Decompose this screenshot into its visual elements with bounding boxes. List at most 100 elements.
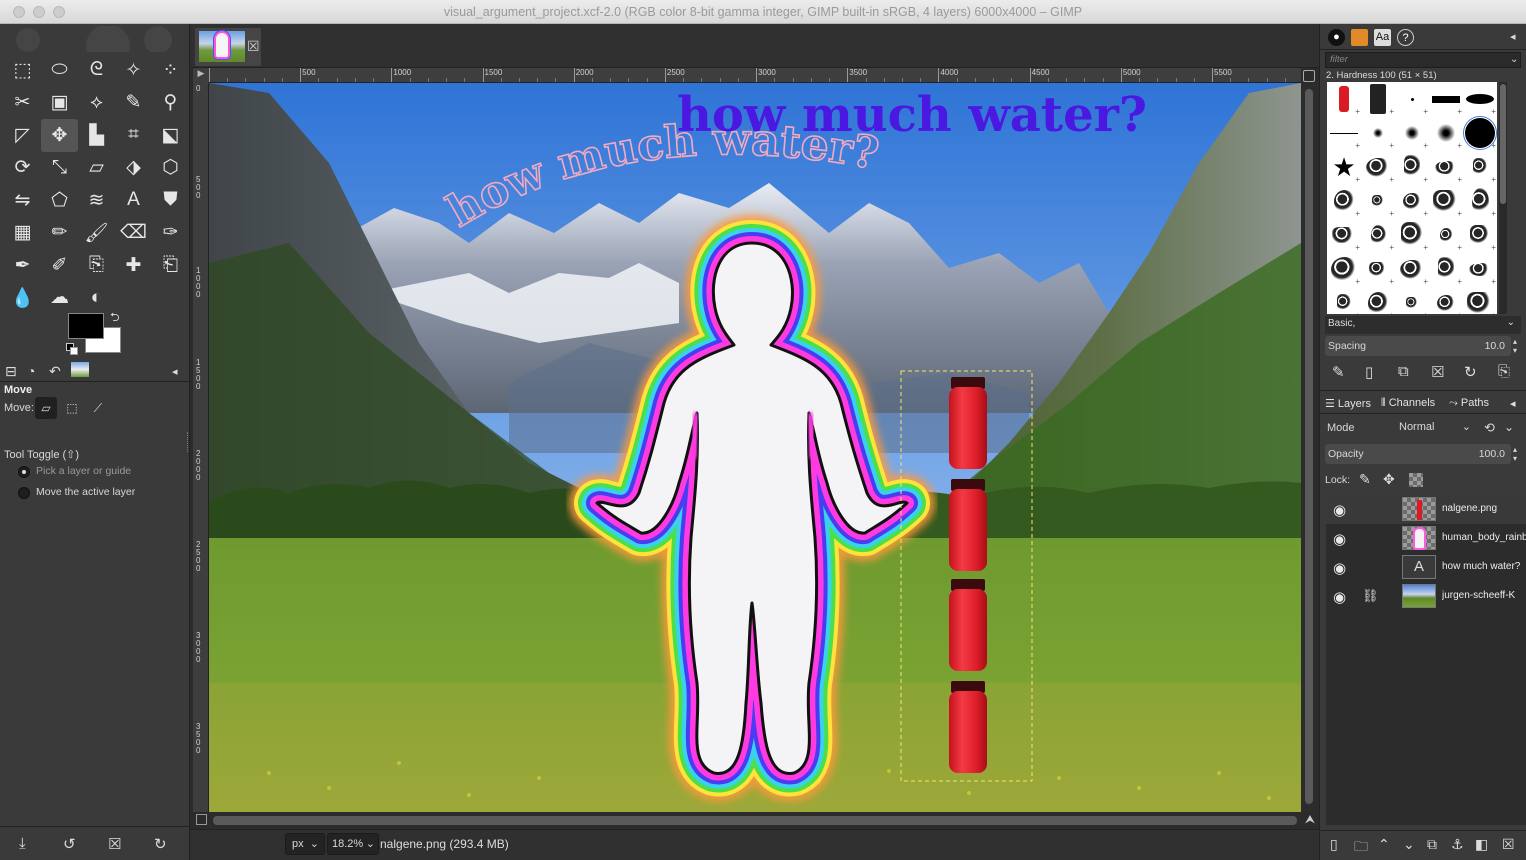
rotate-icon[interactable]: ⟳ <box>4 152 41 185</box>
refresh-brushes-icon[interactable]: ↻ <box>1464 363 1477 381</box>
visibility-eye-icon[interactable]: ◉ <box>1333 559 1346 577</box>
brush-splat-icon[interactable]: + <box>1429 286 1463 314</box>
perspective-icon[interactable]: ⬗ <box>115 152 152 185</box>
new-layer-icon[interactable]: ▯ <box>1330 836 1338 853</box>
undo-history-tab-icon[interactable]: ↶ <box>49 363 61 380</box>
brush-splat-icon[interactable]: + <box>1361 150 1395 184</box>
flip-icon[interactable]: ⇋ <box>4 184 41 217</box>
fuzzy-select-icon[interactable]: ✧ <box>115 54 152 87</box>
brush-splat-icon[interactable]: + <box>1463 184 1497 218</box>
brush-splat-icon[interactable]: + <box>1429 184 1463 218</box>
airbrush-icon[interactable]: ✑ <box>152 217 189 250</box>
gradient-icon[interactable]: ▦ <box>4 217 41 250</box>
scissors-select-icon[interactable]: ✂ <box>4 87 41 120</box>
brush-splat-icon[interactable]: + <box>1361 252 1395 286</box>
unit-select[interactable]: px ⌄ <box>285 833 325 855</box>
brush-splat-icon[interactable]: + <box>1463 252 1497 286</box>
move-selection-mode-button[interactable]: ⬚ <box>61 397 83 419</box>
align-icon[interactable]: ▙ <box>78 119 115 152</box>
vertical-ruler[interactable]: 0 5 0 0 1 0 0 0 1 5 0 0 2 0 0 0 2 5 0 0 3 0 0 … <box>193 83 209 812</box>
raise-layer-icon[interactable]: ⌃ <box>1378 836 1390 853</box>
lock-pixels-icon[interactable]: ✎ <box>1359 471 1371 488</box>
brush-bottle-icon[interactable]: + <box>1327 82 1361 116</box>
move-path-mode-button[interactable]: ⟋ <box>87 397 109 419</box>
brush-filter-input[interactable]: filter <box>1325 52 1521 68</box>
color-picker-icon[interactable]: ✎ <box>115 87 152 120</box>
brush-hard-icon[interactable]: + <box>1463 116 1497 150</box>
help-tab-icon[interactable]: ? <box>1397 29 1414 46</box>
zoom-select[interactable]: 18.2% ⌄ <box>327 833 379 855</box>
lower-layer-icon[interactable]: ⌄ <box>1403 836 1415 853</box>
image-canvas[interactable]: how much water? how much water? <box>209 83 1301 812</box>
brush-line-icon[interactable]: + <box>1327 116 1361 150</box>
tool-options-tab-icon[interactable]: ⊟ <box>5 363 17 380</box>
measure-icon[interactable]: ◸ <box>4 119 41 152</box>
image-tab[interactable]: ☒ <box>195 28 261 66</box>
brush-splat-icon[interactable]: + <box>1395 286 1429 314</box>
layer-row[interactable]: ◉ human_body_rainbow <box>1326 524 1526 553</box>
swap-colors-icon[interactable]: ⮌ <box>110 308 120 329</box>
quick-mask-toggle-icon[interactable] <box>196 814 207 825</box>
foreground-select-icon[interactable]: ▣ <box>41 87 78 120</box>
delete-layer-icon[interactable]: ☒ <box>1502 836 1515 853</box>
new-brush-icon[interactable]: ▯ <box>1365 363 1373 381</box>
brush-splat-icon[interactable]: + <box>1429 218 1463 252</box>
brush-dot-icon[interactable]: + <box>1395 82 1429 116</box>
ruler-corner[interactable]: ▶ <box>193 68 209 83</box>
open-brush-image-icon[interactable]: ⎘ <box>1498 363 1510 380</box>
brush-splat-icon[interactable]: + <box>1327 252 1361 286</box>
warp-icon[interactable]: ≋ <box>78 184 115 217</box>
move-icon[interactable]: ✥ <box>41 119 78 152</box>
visibility-eye-icon[interactable]: ◉ <box>1333 588 1346 606</box>
lock-position-icon[interactable]: ✥ <box>1383 471 1395 488</box>
panel-resize-handle[interactable] <box>187 432 189 452</box>
heal-icon[interactable]: ✚ <box>115 249 152 282</box>
brush-splat-icon[interactable]: + <box>1429 150 1463 184</box>
layer-row[interactable]: ◉ nalgene.png <box>1326 495 1526 524</box>
navigate-icon[interactable]: ⮝ <box>1302 812 1318 829</box>
unified-transform-icon[interactable]: ⬕ <box>152 119 189 152</box>
visibility-eye-icon[interactable]: ◉ <box>1333 530 1346 548</box>
tab-layers[interactable]: ☰ Layers <box>1325 397 1371 410</box>
toggle-quick-nav-icon[interactable] <box>1303 70 1315 82</box>
brush-splat-icon[interactable]: + <box>1361 218 1395 252</box>
images-tab-icon[interactable] <box>71 362 89 377</box>
switch-mode-icon[interactable]: ⟲ <box>1484 420 1495 436</box>
tab-channels[interactable]: ⫴ Channels <box>1381 397 1435 410</box>
default-colors-icon[interactable] <box>66 343 78 355</box>
vertical-scrollbar[interactable] <box>1301 83 1318 812</box>
brush-splat-icon[interactable]: + <box>1463 218 1497 252</box>
delete-options-icon[interactable]: ☒ <box>108 835 121 853</box>
move-active-layer-radio[interactable] <box>18 487 30 499</box>
select-by-color-icon[interactable]: ⁘ <box>152 54 189 87</box>
visibility-eye-icon[interactable]: ◉ <box>1333 501 1346 519</box>
clone-icon[interactable]: ⎘ <box>78 249 115 282</box>
layer-mode-select[interactable]: Normal ⌄ <box>1393 417 1477 439</box>
brush-splat-icon[interactable]: + <box>1463 150 1497 184</box>
layer-row[interactable]: ◉ ⛓ jurgen-scheeff-K <box>1326 582 1526 611</box>
bucket-fill-icon[interactable]: ⛊ <box>152 184 189 217</box>
brush-splat-icon[interactable]: + <box>1395 218 1429 252</box>
chain-link-icon[interactable]: ⛓ <box>1362 588 1379 604</box>
brush-swatch-icon[interactable]: + <box>1361 82 1395 116</box>
brush-splat-icon[interactable]: + <box>1395 252 1429 286</box>
brush-soft-icon[interactable]: + <box>1429 116 1463 150</box>
composite-mode-dropdown-icon[interactable]: ⌄ <box>1504 420 1514 434</box>
brush-ellipse-icon[interactable]: + <box>1463 82 1497 116</box>
horizontal-ruler[interactable]: 500 1000 1500 2000 2500 3000 3500 4000 4500 5000 5… <box>209 68 1301 83</box>
crop-icon[interactable]: ⌗ <box>115 119 152 152</box>
device-status-tab-icon[interactable]: ◔ <box>27 363 35 379</box>
tab-paths[interactable]: ⤳ Paths <box>1449 397 1489 410</box>
brush-splat-icon[interactable]: + <box>1327 218 1361 252</box>
layers-dock-menu-icon[interactable]: ◂ <box>1510 397 1516 410</box>
brush-splat-icon[interactable]: + <box>1463 286 1497 314</box>
layer-mask-icon[interactable]: ◧ <box>1475 836 1488 853</box>
restore-options-icon[interactable]: ↺ <box>63 835 76 853</box>
rect-select-icon[interactable]: ⬚ <box>4 54 41 87</box>
filter-dropdown-icon[interactable]: ⌄ <box>1510 54 1518 65</box>
horizontal-scrollbar[interactable] <box>209 812 1301 829</box>
duplicate-brush-icon[interactable]: ⧉ <box>1398 363 1409 380</box>
scale-icon[interactable]: ⤡ <box>41 152 78 185</box>
brushes-tab-icon[interactable]: ● <box>1328 29 1345 46</box>
brush-splat-icon[interactable]: + <box>1429 252 1463 286</box>
